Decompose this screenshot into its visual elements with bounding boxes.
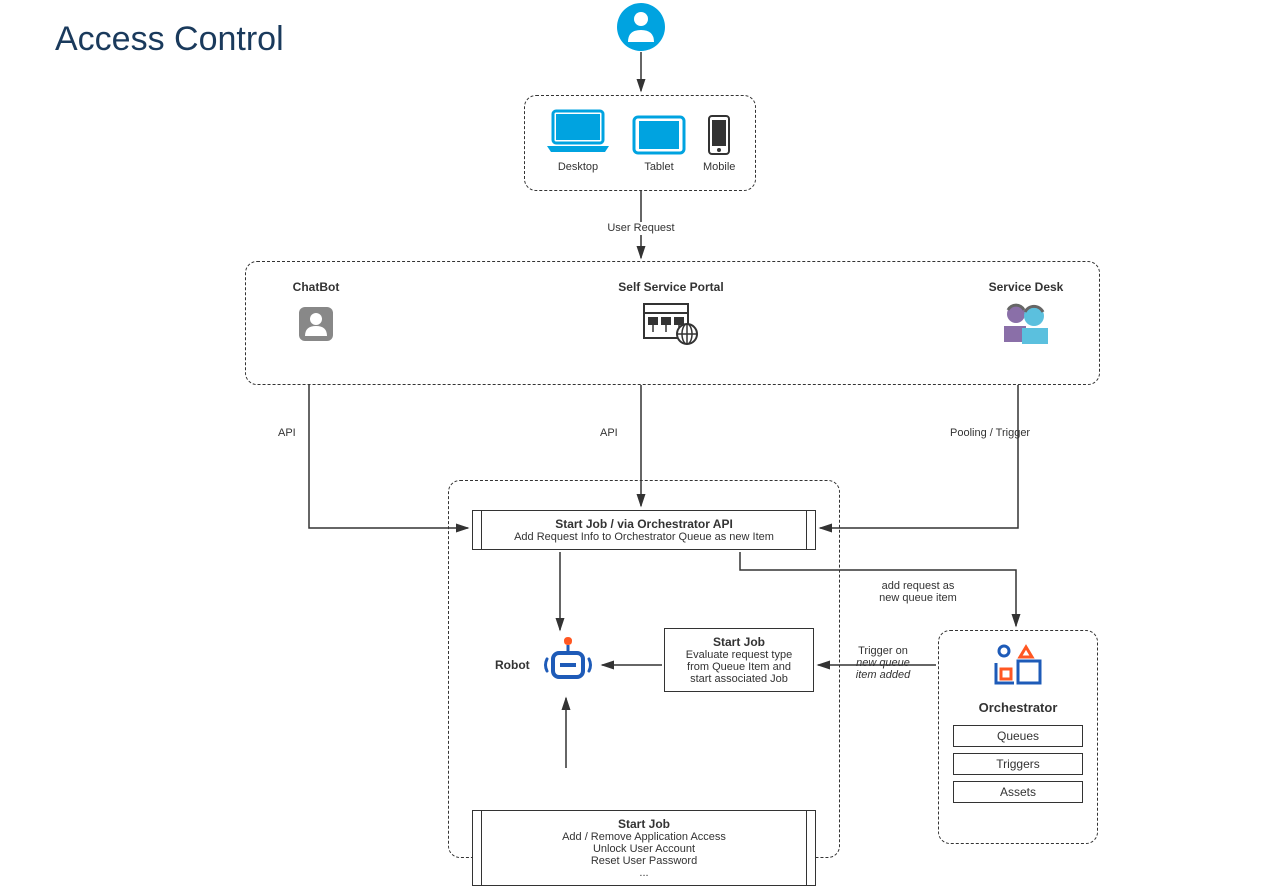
devices-box: Desktop Tablet Mobile (524, 95, 756, 191)
robot-icon (540, 635, 596, 691)
orchestrator-icon (990, 641, 1046, 689)
start-job-api-title: Start Job / via Orchestrator API (487, 517, 801, 531)
self-service-label: Self Service Portal (581, 280, 761, 294)
mobile-icon (706, 114, 732, 156)
pooling-trigger-label: Pooling / Trigger (950, 427, 1030, 439)
start-job-eval-line2: from Queue Item and (673, 661, 805, 673)
service-desk-label: Service Desk (956, 280, 1096, 294)
mobile-label: Mobile (703, 161, 735, 173)
start-job-actions-line3: Reset User Password (487, 855, 801, 867)
trigger-line3: item added (838, 669, 928, 681)
start-job-eval-line1: Evaluate request type (673, 649, 805, 661)
start-job-eval-title: Start Job (673, 635, 805, 649)
trigger-line2: new queue (838, 657, 928, 669)
start-job-actions-line4: ... (487, 867, 801, 879)
laptop-icon (543, 106, 613, 156)
start-job-actions-title: Start Job (487, 817, 801, 831)
api-label-1: API (278, 427, 296, 439)
service-desk-icon (996, 300, 1056, 346)
start-job-eval-box: Start Job Evaluate request type from Que… (664, 628, 814, 692)
start-job-actions-box: Start Job Add / Remove Application Acces… (472, 810, 816, 886)
channels-box: ChatBot Self Service Portal Service Desk (245, 261, 1100, 385)
chatbot-label: ChatBot (256, 280, 376, 294)
user-icon (616, 2, 666, 52)
add-request-label: add request as new queue item (858, 580, 978, 604)
start-job-api-box: Start Job / via Orchestrator API Add Req… (472, 510, 816, 550)
start-job-api-sub: Add Request Info to Orchestrator Queue a… (487, 531, 801, 543)
device-mobile: Mobile (703, 114, 735, 173)
orchestrator-title: Orchestrator (939, 700, 1097, 715)
orchestrator-box: Orchestrator Queues Triggers Assets (938, 630, 1098, 844)
chatbot-icon (296, 304, 336, 344)
user-request-label: User Request (596, 222, 686, 234)
device-tablet: Tablet (631, 114, 687, 173)
service-desk-block: Service Desk (956, 280, 1096, 351)
orchestrator-triggers: Triggers (953, 753, 1083, 775)
orchestrator-assets: Assets (953, 781, 1083, 803)
tablet-icon (631, 114, 687, 156)
trigger-line1: Trigger on (838, 645, 928, 657)
start-job-actions-line1: Add / Remove Application Access (487, 831, 801, 843)
trigger-label: Trigger on new queue item added (838, 645, 928, 681)
page-title: Access Control (55, 20, 284, 59)
tablet-label: Tablet (631, 161, 687, 173)
desktop-label: Desktop (543, 161, 613, 173)
add-request-line1: add request as (858, 580, 978, 592)
orchestrator-queues: Queues (953, 725, 1083, 747)
api-label-2: API (600, 427, 618, 439)
chatbot-block: ChatBot (256, 280, 376, 349)
start-job-actions-line2: Unlock User Account (487, 843, 801, 855)
device-desktop: Desktop (543, 106, 613, 173)
start-job-eval-line3: start associated Job (673, 673, 805, 685)
web-portal-icon (642, 302, 700, 346)
self-service-block: Self Service Portal (581, 280, 761, 351)
robot-label: Robot (495, 658, 530, 672)
add-request-line2: new queue item (858, 592, 978, 604)
